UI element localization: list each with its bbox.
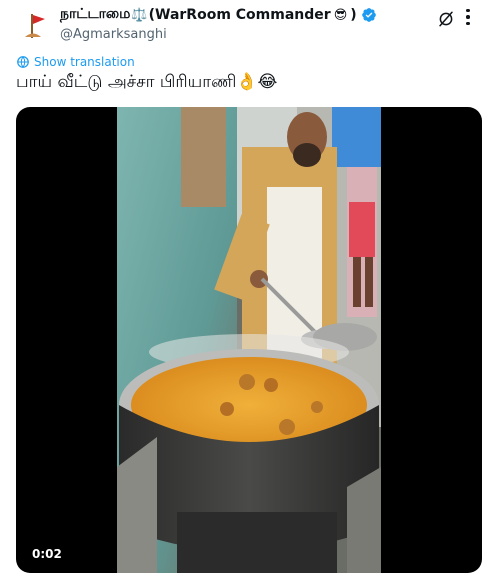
show-translation-label[interactable]: Show translation (34, 55, 135, 69)
show-translation-link[interactable]: Show translation (16, 55, 135, 69)
video-player[interactable]: 0:02 (16, 107, 482, 573)
more-options-icon[interactable] (459, 6, 477, 28)
tweet-text: பாய் வீட்டு அச்சா பிரியாணி👌😂 (16, 72, 278, 92)
user-handle[interactable]: @Agmarksanghi (60, 27, 377, 42)
translate-icon (17, 56, 29, 68)
video-frame[interactable] (117, 107, 381, 573)
display-name-end[interactable]: ) (350, 7, 356, 23)
display-name-row[interactable]: நாட்டாமை ⚖️ (WarRoom Commander 😎 ) (60, 6, 377, 24)
verified-badge-icon (361, 8, 376, 22)
sunglasses-emoji: 😎 (333, 7, 348, 23)
tweet-header: நாட்டாமை ⚖️ (WarRoom Commander 😎 ) @Agma… (16, 6, 477, 44)
video-timestamp: 0:02 (26, 545, 68, 563)
avatar[interactable] (16, 8, 50, 42)
scale-emoji: ⚖️ (131, 7, 148, 23)
grok-icon[interactable] (437, 10, 455, 28)
display-name-suffix[interactable]: (WarRoom Commander (149, 7, 331, 23)
author-names: நாட்டாமை ⚖️ (WarRoom Commander 😎 ) @Agma… (60, 6, 377, 42)
display-name[interactable]: நாட்டாமை (60, 6, 130, 24)
